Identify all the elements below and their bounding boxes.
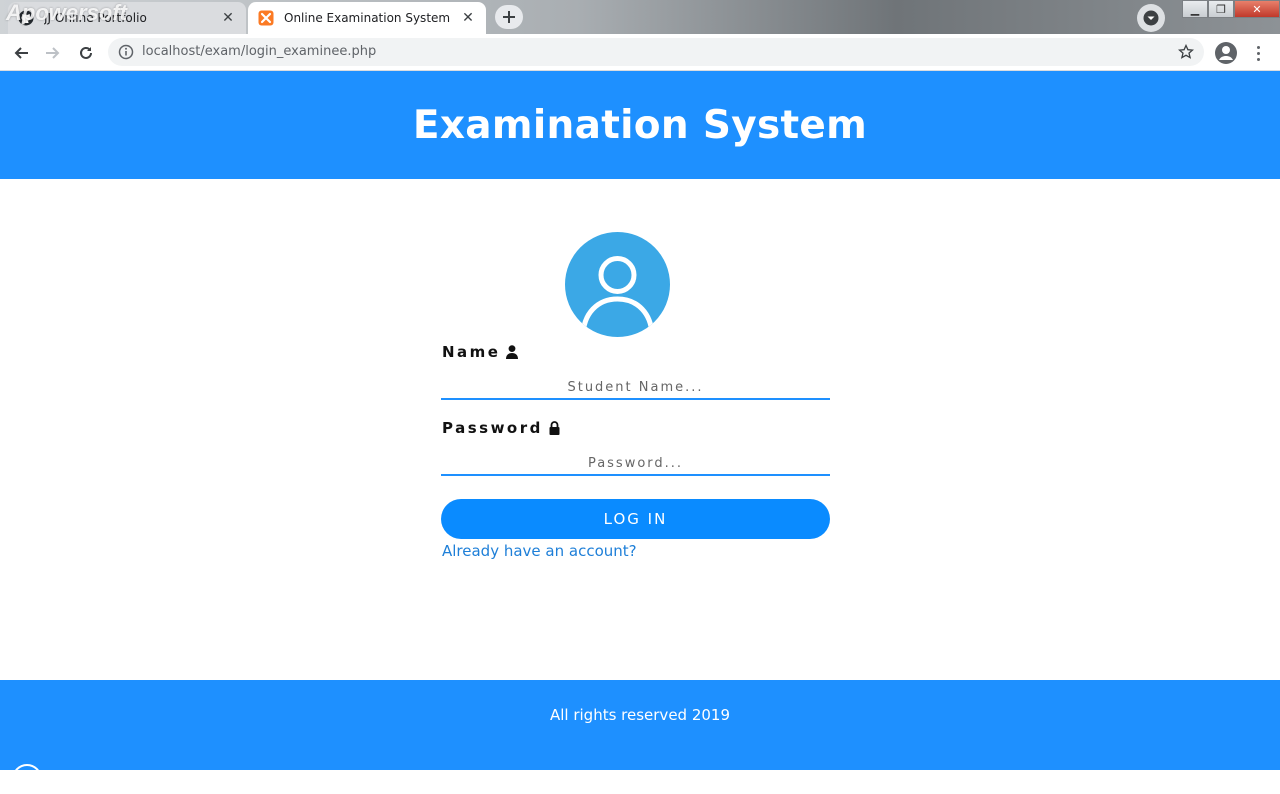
user-avatar-icon	[565, 232, 670, 337]
new-tab-button[interactable]	[495, 5, 523, 29]
tab-search-button[interactable]	[1137, 4, 1165, 32]
site-header: Examination System	[0, 71, 1280, 179]
corner-circle-icon	[12, 764, 42, 794]
close-icon[interactable]: ✕	[460, 10, 476, 26]
minimize-button[interactable]: ▁	[1182, 0, 1208, 18]
browser-menu-button[interactable]	[1250, 41, 1266, 65]
browser-toolbar: localhost/exam/login_examinee.php	[0, 34, 1280, 71]
restore-button[interactable]: ❐	[1208, 0, 1234, 18]
tab-title: JJ Online Portfolio	[44, 11, 147, 25]
forward-button[interactable]	[41, 41, 65, 65]
already-have-account-link[interactable]: Already have an account?	[442, 542, 637, 560]
arrow-right-icon	[46, 47, 60, 59]
github-icon	[18, 10, 34, 26]
tab-title: Online Examination System	[284, 11, 451, 25]
site-footer	[0, 680, 1280, 770]
window-close-button[interactable]: ✕	[1234, 0, 1280, 18]
star-icon	[1178, 44, 1194, 59]
chevron-down-icon	[1143, 10, 1159, 26]
plus-icon	[503, 11, 515, 23]
tab-online-examination[interactable]: Online Examination System ✕	[248, 2, 486, 34]
password-input[interactable]	[441, 452, 830, 476]
info-icon[interactable]	[118, 44, 134, 60]
window-controls: ▁ ❐ ✕	[1182, 0, 1280, 20]
back-button[interactable]	[9, 41, 33, 65]
tab-portfolio[interactable]: JJ Online Portfolio ✕	[8, 2, 246, 34]
student-name-input[interactable]	[441, 376, 830, 400]
browser-tabstrip: JJ Online Portfolio ✕ Online Examination…	[0, 0, 1280, 34]
reload-icon	[80, 46, 92, 59]
arrow-left-icon	[14, 47, 28, 59]
page-title: Examination System	[412, 102, 868, 148]
bookmark-button[interactable]	[1176, 42, 1196, 62]
user-icon	[506, 345, 519, 359]
name-label: Name	[442, 343, 519, 361]
password-label-text: Password	[442, 419, 543, 437]
login-button[interactable]: LOG IN	[441, 499, 830, 539]
name-label-text: Name	[442, 343, 501, 361]
reload-button[interactable]	[74, 41, 98, 65]
footer-copyright: All rights reserved 2019	[549, 706, 731, 724]
url-text: localhost/exam/login_examinee.php	[142, 44, 377, 59]
account-icon[interactable]	[1214, 41, 1238, 65]
close-icon[interactable]: ✕	[220, 10, 236, 26]
xampp-icon	[258, 10, 274, 26]
lock-icon	[549, 421, 560, 435]
password-label: Password	[442, 419, 560, 437]
address-bar[interactable]: localhost/exam/login_examinee.php	[108, 38, 1204, 66]
